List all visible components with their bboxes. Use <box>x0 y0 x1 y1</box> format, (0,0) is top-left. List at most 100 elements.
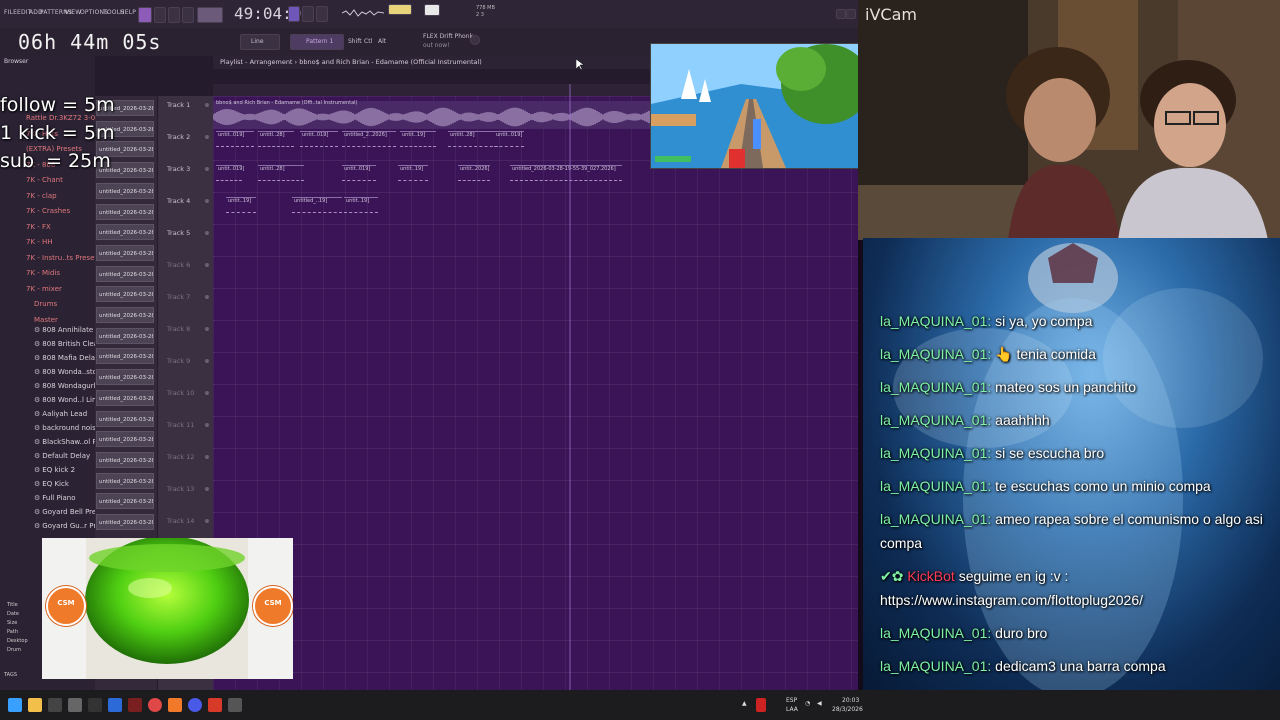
chat-username[interactable]: la_MAQUINA_01: <box>880 346 991 362</box>
browser-folder-item[interactable]: Master <box>34 316 58 324</box>
tempo-display[interactable] <box>197 7 223 23</box>
notepad-icon[interactable] <box>68 698 82 712</box>
browser-folder-item[interactable]: Drums <box>34 300 57 308</box>
menu-view[interactable]: VIEW <box>65 9 81 16</box>
track-mute-button[interactable] <box>205 135 209 139</box>
tray-time[interactable]: 20:03 <box>842 697 859 704</box>
brave-icon[interactable] <box>208 698 222 712</box>
tray-language[interactable]: ESP <box>786 697 797 704</box>
pattern-item[interactable]: untitled_2026-03-28-19- <box>96 451 154 468</box>
track-mute-button[interactable] <box>205 391 209 395</box>
tray-chevron-icon[interactable]: ▲ <box>742 700 747 707</box>
track-label[interactable]: Track 10 <box>167 389 194 397</box>
pen-icon[interactable] <box>48 698 62 712</box>
track-mute-button[interactable] <box>205 167 209 171</box>
snap-button[interactable] <box>288 6 300 22</box>
ctrl-label[interactable]: Ctl <box>364 38 372 45</box>
track-mute-button[interactable] <box>205 295 209 299</box>
track-mute-button[interactable] <box>205 327 209 331</box>
fl-studio-icon[interactable] <box>168 698 182 712</box>
pattern-item[interactable]: untitled_2026-03-28-19- <box>96 431 154 448</box>
pattern-item[interactable]: untitled_2026-03-28-19- <box>96 224 154 241</box>
pattern-item[interactable]: untitled_2026-03-28-19- <box>96 182 154 199</box>
track-label[interactable]: Track 5 <box>167 229 190 237</box>
track-mute-button[interactable] <box>205 487 209 491</box>
pattern-item[interactable]: untitled_2026-03-28-19- <box>96 348 154 365</box>
pattern-item[interactable]: untitled_2026-03-28-19- <box>96 493 154 510</box>
browser-folder-item[interactable]: 7K - Crashes <box>26 207 70 215</box>
volume-icon[interactable]: ◀ <box>817 700 822 707</box>
pattern-item[interactable]: untitled_2026-03-28-19- <box>96 327 154 344</box>
track-label[interactable]: Track 14 <box>167 517 194 525</box>
tray-date[interactable]: 28/3/2026 <box>832 706 863 713</box>
play-button[interactable] <box>154 7 166 23</box>
chat-username[interactable]: la_MAQUINA_01: <box>880 412 991 428</box>
browser-folder-item[interactable]: 7K - FX <box>26 223 51 231</box>
chat-username[interactable]: la_MAQUINA_01: <box>880 658 991 674</box>
chat-username[interactable]: la_MAQUINA_01: <box>880 379 991 395</box>
track-mute-button[interactable] <box>205 519 209 523</box>
playhead[interactable] <box>569 84 571 690</box>
pattern-item[interactable]: untitled_2026-03-28-19- <box>96 472 154 489</box>
track-label[interactable]: Track 2 <box>167 133 190 141</box>
track-mute-button[interactable] <box>205 231 209 235</box>
browser-folder-item[interactable]: 7K - clap <box>26 192 57 200</box>
pattern-item[interactable]: untitled_2026-03-28-19- <box>96 244 154 261</box>
chat-link[interactable]: https://www.instagram.com/flottoplug2026… <box>880 592 1143 608</box>
browser-folder-item[interactable]: 7K - Instru..ts Presets <box>26 254 101 262</box>
chrome-icon[interactable] <box>148 698 162 712</box>
pattern-item[interactable]: untitled_2026-03-28-19- <box>96 514 154 530</box>
track-label[interactable]: Track 11 <box>167 421 194 429</box>
file-explorer-icon[interactable] <box>28 698 42 712</box>
track-mute-button[interactable] <box>205 359 209 363</box>
browser-preset-item[interactable]: ⚙ EQ kick 2 <box>34 466 75 474</box>
browser-preset-item[interactable]: ⚙ Full Piano <box>34 494 76 502</box>
chat-username[interactable]: la_MAQUINA_01: <box>880 511 991 527</box>
pattern-item[interactable]: untitled_2026-03-28-19- <box>96 286 154 303</box>
track-label[interactable]: Track 12 <box>167 453 194 461</box>
pattern-item[interactable]: untitled_2026-03-28-19- <box>96 307 154 323</box>
chat-username[interactable]: KickBot <box>907 568 954 584</box>
playlist-grid[interactable] <box>213 96 858 690</box>
chat-username[interactable]: la_MAQUINA_01: <box>880 313 991 329</box>
track-mute-button[interactable] <box>205 103 209 107</box>
track-label[interactable]: Track 13 <box>167 485 194 493</box>
news-arrow-icon[interactable] <box>470 35 480 45</box>
track-label[interactable]: Track 9 <box>167 357 190 365</box>
browser-preset-item[interactable]: ⚙ 808 Mafia Delay <box>34 354 99 362</box>
track-label[interactable]: Track 6 <box>167 261 190 269</box>
minimize-button[interactable] <box>836 9 846 19</box>
menu-help[interactable]: HELP <box>120 9 136 16</box>
chat-username[interactable]: la_MAQUINA_01: <box>880 625 991 641</box>
vscode-icon[interactable] <box>108 698 122 712</box>
chat-username[interactable]: la_MAQUINA_01: <box>880 445 991 461</box>
alt-label[interactable]: Alt <box>378 38 386 45</box>
browser-folder-item[interactable]: 7K - HH <box>26 238 53 246</box>
pattern-item[interactable]: untitled_2026-03-28-19- <box>96 203 154 220</box>
browser-preset-item[interactable]: ⚙ Aaliyah Lead <box>34 410 87 418</box>
chat-username[interactable]: la_MAQUINA_01: <box>880 478 991 494</box>
app-icon[interactable] <box>228 698 242 712</box>
track-mute-button[interactable] <box>205 455 209 459</box>
track-mute-button[interactable] <box>205 263 209 267</box>
browser-folder-item[interactable]: 7K - Midis <box>26 269 60 277</box>
stop-button[interactable] <box>168 7 180 23</box>
browser-preset-item[interactable]: ⚙ 808 Annihilate <box>34 326 93 334</box>
obs-icon[interactable] <box>188 698 202 712</box>
pattern-item[interactable]: untitled_2026-03-28-19- <box>96 369 154 386</box>
browser-folder-item[interactable]: 7K - Chant <box>26 176 63 184</box>
browser-preset-item[interactable]: ⚙ 808 British Clean <box>34 340 102 348</box>
browser-preset-item[interactable]: ⚙ backround noise <box>34 424 100 432</box>
windows-start-icon[interactable] <box>8 698 22 712</box>
browser-preset-item[interactable]: ⚙ Default Delay <box>34 452 90 460</box>
track-label[interactable]: Track 7 <box>167 293 190 301</box>
track-label[interactable]: Track 4 <box>167 197 190 205</box>
pattern-item[interactable]: untitled_2026-03-28-19- <box>96 410 154 427</box>
track-mute-button[interactable] <box>205 199 209 203</box>
track-label[interactable]: Track 3 <box>167 165 190 173</box>
tray-app-icon[interactable] <box>756 698 766 712</box>
record-button[interactable] <box>182 7 194 23</box>
track-label[interactable]: Track 1 <box>167 101 190 109</box>
pat-song-toggle[interactable] <box>138 7 152 23</box>
loop-button[interactable] <box>316 6 328 22</box>
